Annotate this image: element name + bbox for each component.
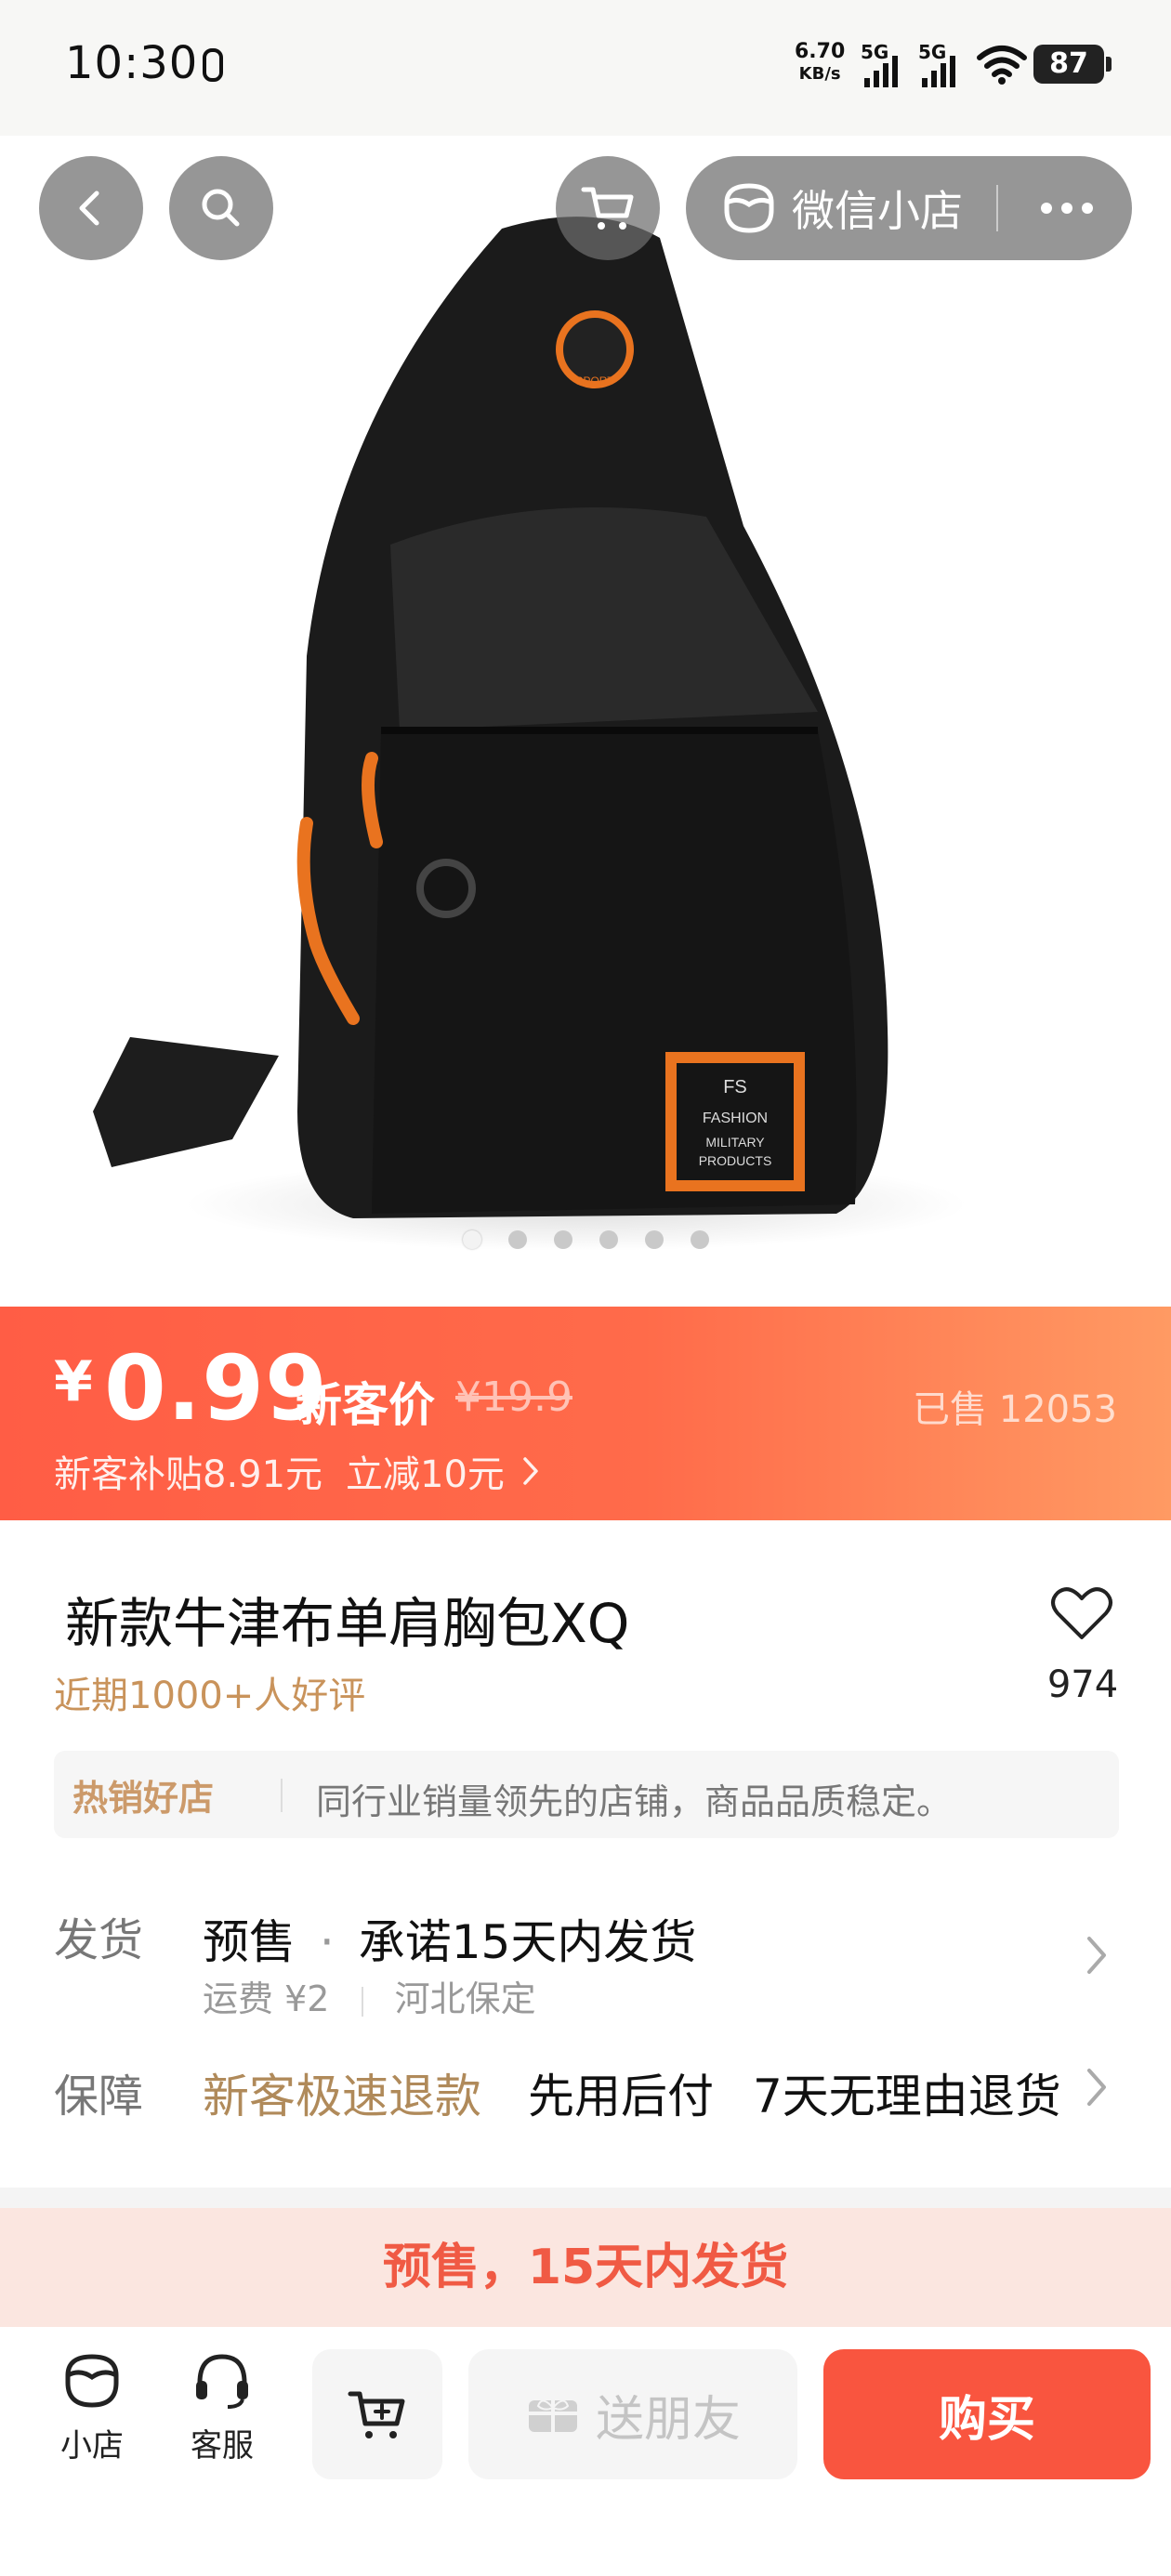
shipping-label: 发货 (54, 1914, 144, 1966)
svg-text:PRODUCTS: PRODUCTS (699, 1153, 772, 1168)
price-banner: ¥ 0.99 新客价 ¥19.9 已售 12053 新客补贴8.91元 立减10… (0, 1307, 1171, 1520)
cart-button[interactable] (556, 156, 660, 260)
product-image: SPORT FS FASHION MILITARY PRODUCTS (93, 217, 967, 1251)
guarantee-item: 7天无理由退货 (753, 2070, 1061, 2123)
chevron-left-icon (79, 191, 99, 226)
product-image-carousel[interactable]: SPORT FS FASHION MILITARY PRODUCTS (0, 136, 1171, 1307)
back-button[interactable] (39, 156, 143, 260)
original-price: ¥19.9 (455, 1373, 572, 1421)
carousel-dot[interactable] (599, 1230, 618, 1249)
guarantee-item: 先用后付 (528, 2070, 714, 2123)
search-button[interactable] (169, 156, 273, 260)
chevron-right-icon (1087, 2069, 1106, 2106)
network-speed: 6.70 KB/s (795, 40, 846, 85)
customer-service-tab[interactable]: 客服 (171, 2349, 273, 2465)
status-bar: 10:30 6.70 KB/s 5G 5G 87 (0, 0, 1171, 136)
price-currency: ¥ (54, 1349, 93, 1414)
svg-text:SPORT: SPORT (575, 375, 614, 388)
gift-icon (528, 2399, 577, 2432)
shop-icon (65, 2354, 119, 2408)
add-to-cart-button[interactable] (312, 2349, 442, 2479)
product-title: 新款牛津布单肩胸包XQ (65, 1592, 630, 1655)
status-time: 10:30 (65, 37, 199, 89)
svg-text:MILITARY: MILITARY (705, 1135, 765, 1150)
heart-icon[interactable] (1050, 1585, 1113, 1641)
guarantee-item: 新客极速退款 (203, 2070, 481, 2123)
wechat-shop-pill[interactable]: 微信小店 (686, 156, 1132, 260)
key-icon (203, 48, 223, 82)
discount-link[interactable]: 立减10元 (346, 1444, 505, 1498)
divider (996, 185, 998, 231)
sold-count: 已售 12053 (913, 1388, 1117, 1431)
divider (281, 1779, 283, 1812)
svg-text:FASHION: FASHION (703, 1111, 768, 1126)
presale-notice: 预售，15天内发货 (0, 2208, 1171, 2327)
more-icon[interactable] (1039, 202, 1095, 215)
carousel-dot[interactable] (690, 1230, 709, 1249)
chevron-right-icon (523, 1457, 538, 1485)
shop-tab[interactable]: 小店 (41, 2349, 143, 2465)
shipping-detail: 运费 ¥2 河北保定 (203, 1978, 536, 2019)
battery-icon: 87 (1033, 45, 1112, 84)
review-summary[interactable]: 近期1000+人好评 (54, 1665, 365, 1719)
add-cart-icon (348, 2391, 405, 2438)
carousel-dot[interactable] (507, 1230, 527, 1249)
carousel-dot[interactable] (462, 1230, 481, 1249)
search-icon (202, 189, 240, 227)
shop-description: 同行业销量领先的店铺，商品品质稳定。 (316, 1781, 953, 1822)
price-value: 0.99 (104, 1336, 328, 1440)
subsidy-text: 新客补贴8.91元 (54, 1453, 323, 1496)
headset-icon (196, 2354, 248, 2409)
shop-icon (724, 183, 774, 233)
hot-shop-badge: 热销好店 (72, 1778, 215, 1819)
buy-button[interactable]: 购买 (823, 2349, 1151, 2479)
signal-icon: 5G (918, 41, 967, 87)
hot-shop-banner[interactable]: 热销好店 同行业销量领先的店铺，商品品质稳定。 (54, 1751, 1119, 1838)
new-customer-price-tag: 新客价 (296, 1378, 435, 1432)
bottom-action-bar: 小店 客服 送朋友 购买 (0, 2327, 1171, 2576)
carousel-indicator (0, 1230, 1171, 1249)
shop-entry-label: 微信小店 (792, 186, 963, 236)
cart-icon (581, 187, 634, 230)
section-divider (0, 2188, 1171, 2208)
send-to-friend-button[interactable]: 送朋友 (468, 2349, 797, 2479)
carousel-dot[interactable] (553, 1230, 572, 1249)
svg-text:FS: FS (723, 1077, 747, 1097)
carousel-dot[interactable] (644, 1230, 664, 1249)
wifi-icon (977, 46, 1027, 85)
chevron-right-icon (1087, 1937, 1106, 1974)
shipping-info: 预售 · 承诺15天内发货 (203, 1915, 697, 1969)
guarantee-label: 保障 (54, 2070, 144, 2123)
favorite-count: 974 (1046, 1663, 1119, 1706)
signal-icon: 5G (861, 41, 909, 87)
